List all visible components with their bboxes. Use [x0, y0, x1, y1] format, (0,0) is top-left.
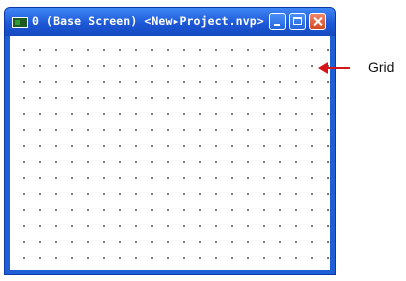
- window-title: 0 (Base Screen) <New▸Project.nvp>: [32, 14, 264, 28]
- arrow-line: [326, 67, 350, 69]
- screen-canvas-grid[interactable]: [10, 36, 330, 270]
- title-bar[interactable]: 0 (Base Screen) <New▸Project.nvp>: [5, 8, 335, 36]
- maximize-button[interactable]: [289, 13, 306, 30]
- app-screen-icon: [12, 17, 28, 28]
- close-button[interactable]: [309, 13, 326, 30]
- minimize-button[interactable]: [269, 13, 286, 30]
- grid-callout: Grid: [318, 59, 406, 77]
- editor-window: 0 (Base Screen) <New▸Project.nvp>: [4, 7, 336, 275]
- grid-label: Grid: [368, 59, 395, 75]
